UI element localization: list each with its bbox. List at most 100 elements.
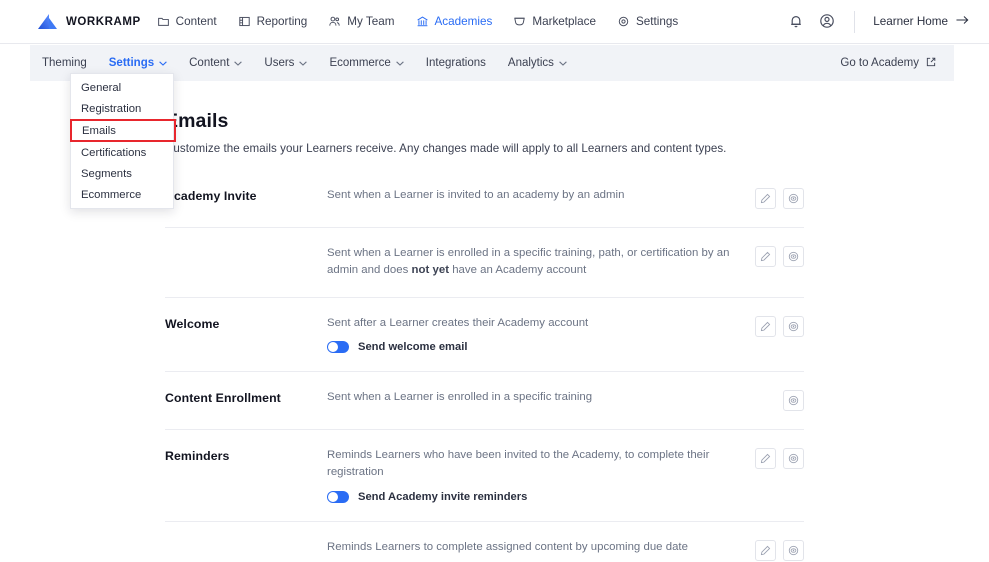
edit-icon[interactable]	[755, 246, 776, 267]
row-description: Sent after a Learner creates their Acade…	[327, 317, 589, 330]
email-settings-list: Academy Invite Sent when a Learner is in…	[165, 170, 804, 562]
row-label	[165, 245, 327, 247]
nav-label: Marketplace	[532, 15, 596, 28]
preview-icon[interactable]	[783, 390, 804, 412]
top-nav-items: Content Reporting My Team Academies Mark…	[157, 15, 700, 28]
row-description: Reminds Learners who have been invited t…	[327, 449, 710, 479]
subnav-item-theming[interactable]: Theming	[42, 57, 87, 69]
arrow-right-icon	[956, 15, 969, 28]
dropdown-item-certifications[interactable]: Certifications	[71, 142, 173, 163]
subnav-label: Theming	[42, 57, 87, 69]
nav-item-reporting[interactable]: Reporting	[238, 15, 308, 28]
row-body: Sent when a Learner is enrolled in a spe…	[327, 245, 755, 279]
row-body: Sent when a Learner is enrolled in a spe…	[327, 389, 755, 406]
preview-icon[interactable]	[783, 539, 804, 561]
row-body: Reminds Learners who have been invited t…	[327, 447, 755, 503]
workramp-logo-icon	[38, 14, 57, 29]
row-description: Sent when a Learner is enrolled in a spe…	[327, 391, 593, 404]
toggle-knob	[328, 342, 338, 353]
row-label	[165, 539, 327, 541]
subnav-item-content[interactable]: Content	[189, 57, 243, 69]
subnav-item-analytics[interactable]: Analytics	[508, 57, 567, 69]
row-actions	[755, 447, 804, 470]
subnav-item-users[interactable]: Users	[264, 57, 308, 69]
nav-label: Content	[175, 15, 217, 28]
nav-item-academies[interactable]: Academies	[416, 15, 493, 28]
sub-nav-items: Theming Settings Content Users Ecommerce…	[42, 57, 589, 69]
subnav-item-ecommerce[interactable]: Ecommerce	[329, 57, 404, 69]
preview-icon[interactable]	[783, 448, 804, 470]
marketplace-icon	[513, 15, 526, 28]
row-actions	[755, 539, 804, 561]
chevron-down-icon	[396, 60, 404, 66]
brand-name: WORKRAMP	[66, 15, 141, 28]
send-welcome-email-toggle[interactable]	[327, 341, 349, 354]
subnav-label: Analytics	[507, 57, 554, 69]
account-circle-icon[interactable]	[819, 13, 836, 30]
nav-label: Reporting	[256, 15, 308, 28]
row-label: Welcome	[165, 317, 220, 332]
row-body: Sent after a Learner creates their Acade…	[327, 315, 755, 354]
settings-dropdown-menu: General Registration Emails Certificatio…	[70, 73, 176, 209]
bank-icon	[416, 15, 429, 28]
toggle-knob	[328, 491, 338, 502]
row-label: Reminders	[165, 449, 230, 464]
dropdown-item-segments[interactable]: Segments	[71, 163, 173, 184]
chevron-down-icon	[159, 60, 167, 66]
nav-item-marketplace[interactable]: Marketplace	[513, 15, 596, 28]
dropdown-item-label: General	[81, 81, 122, 94]
edit-icon[interactable]	[755, 316, 776, 338]
row-body: Sent when a Learner is invited to an aca…	[327, 187, 755, 204]
table-row: Reminders Reminds Learners who have been…	[165, 430, 804, 522]
external-link-icon	[926, 57, 936, 70]
nav-item-content[interactable]: Content	[157, 15, 217, 28]
vertical-divider	[854, 10, 856, 33]
nav-label: Academies	[434, 15, 493, 28]
dropdown-item-label: Segments	[81, 167, 132, 180]
top-navigation-bar: WORKRAMP Content Reporting My Team Acade…	[0, 0, 989, 44]
chevron-down-icon	[234, 60, 243, 66]
chevron-down-icon	[299, 60, 308, 66]
people-icon	[328, 15, 341, 28]
action-spacer	[755, 390, 776, 411]
edit-icon[interactable]	[755, 188, 776, 209]
preview-icon[interactable]	[783, 246, 804, 267]
subnav-label: Settings	[108, 57, 155, 69]
dropdown-item-label: Certifications	[81, 146, 147, 159]
dropdown-item-label: Ecommerce	[81, 188, 142, 201]
row-label: Academy Invite	[165, 189, 257, 203]
subnav-item-settings[interactable]: Settings	[109, 57, 167, 69]
nav-label: My Team	[347, 15, 395, 28]
edit-icon[interactable]	[755, 539, 776, 561]
send-academy-invite-reminders-toggle[interactable]	[327, 490, 349, 503]
dropdown-item-label: Registration	[81, 102, 142, 115]
subnav-label: Integrations	[425, 57, 486, 69]
dropdown-item-ecommerce[interactable]: Ecommerce	[71, 184, 173, 205]
brand-logo[interactable]: WORKRAMP	[38, 14, 141, 29]
dropdown-item-emails[interactable]: Emails	[70, 119, 176, 142]
nav-item-settings[interactable]: Settings	[617, 15, 678, 28]
report-icon	[238, 15, 251, 28]
subnav-label: Content	[189, 57, 230, 69]
row-description: Reminds Learners to complete assigned co…	[327, 540, 688, 553]
learner-home-link[interactable]: Learner Home	[873, 15, 969, 28]
row-actions	[755, 187, 804, 209]
row-description: Sent when a Learner is enrolled in a spe…	[327, 247, 730, 277]
nav-item-my-team[interactable]: My Team	[328, 15, 395, 28]
toggle-label: Send Academy invite reminders	[358, 490, 528, 503]
dropdown-item-label: Emails	[82, 124, 116, 137]
preview-icon[interactable]	[783, 188, 804, 209]
row-description: Sent when a Learner is invited to an aca…	[327, 189, 625, 201]
dropdown-item-general[interactable]: General	[71, 77, 173, 98]
subnav-item-integrations[interactable]: Integrations	[426, 57, 486, 69]
notification-bell-icon[interactable]	[788, 13, 805, 30]
subnav-label: Users	[264, 57, 295, 69]
toggle-row: Send welcome email	[327, 341, 741, 354]
dropdown-item-registration[interactable]: Registration	[71, 98, 173, 119]
folder-icon	[157, 15, 170, 28]
preview-icon[interactable]	[783, 316, 804, 338]
go-to-academy-label: Go to Academy	[840, 57, 919, 69]
go-to-academy-link[interactable]: Go to Academy	[840, 57, 936, 70]
edit-icon[interactable]	[755, 448, 776, 470]
subnav-label: Ecommerce	[329, 57, 391, 69]
